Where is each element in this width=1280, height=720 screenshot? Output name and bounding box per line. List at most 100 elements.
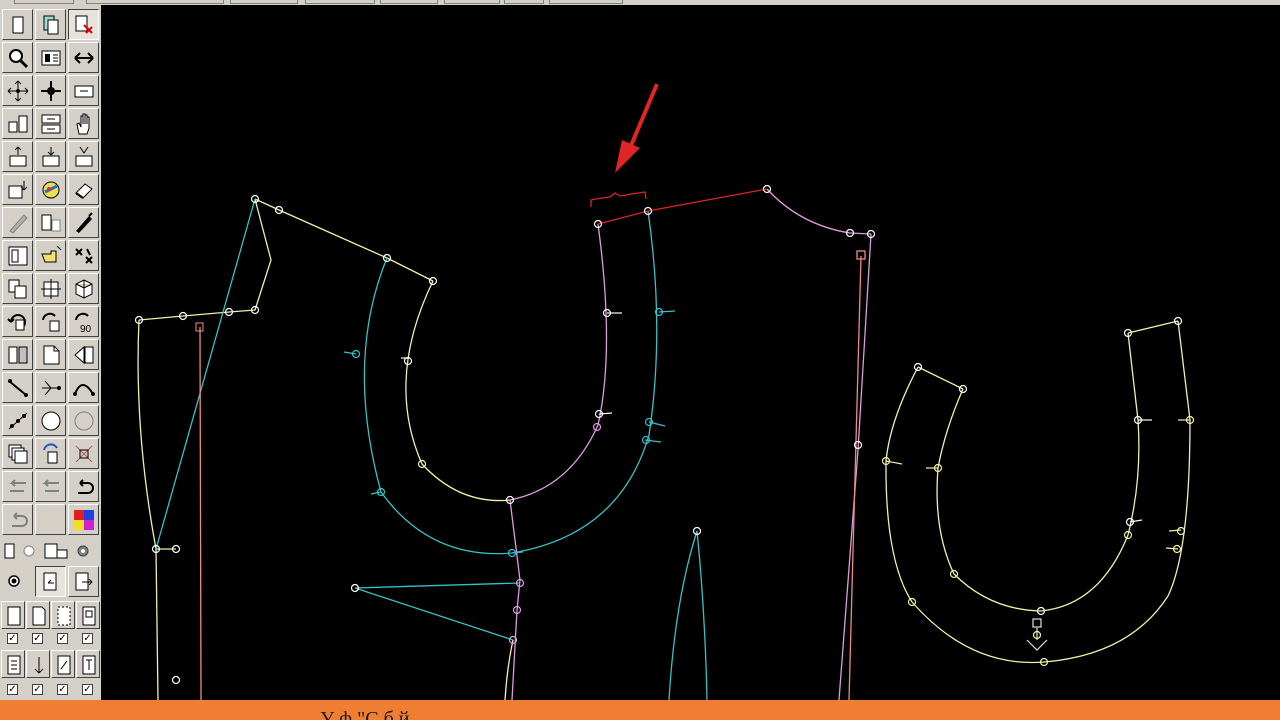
shape-options-icon[interactable] <box>2 541 99 563</box>
tab-5[interactable] <box>380 0 438 4</box>
tab-7[interactable] <box>504 0 544 4</box>
stretch-icon <box>41 279 61 299</box>
layer-5-checkbox[interactable]: ✓ <box>7 684 18 695</box>
layer-8-button[interactable] <box>76 650 100 678</box>
layer-4-checkbox[interactable]: ✓ <box>82 633 93 644</box>
tab-6[interactable] <box>444 0 500 4</box>
rotate-90-button[interactable]: 90 <box>68 306 99 337</box>
tab-4[interactable] <box>305 0 375 4</box>
layer-2-icon <box>32 606 46 626</box>
arrow-left-button[interactable] <box>2 471 33 502</box>
rectangle-button[interactable] <box>68 75 99 106</box>
page-button[interactable] <box>35 339 66 370</box>
sheet-icon <box>12 16 24 34</box>
mode-outer-button[interactable] <box>68 566 99 597</box>
layer-7-button[interactable] <box>51 650 75 678</box>
pen-draw-button[interactable] <box>68 207 99 238</box>
move-point-button[interactable] <box>35 75 66 106</box>
copy-sheets-icon <box>43 15 59 35</box>
move-up-icon <box>9 146 27 167</box>
curve-button[interactable] <box>68 372 99 403</box>
palette-button[interactable] <box>68 504 99 535</box>
move-points-button[interactable] <box>2 75 33 106</box>
transform-button[interactable] <box>35 438 66 469</box>
scatter-button[interactable] <box>68 240 99 271</box>
duplicate-button[interactable] <box>35 207 66 238</box>
align-left-icon <box>8 115 28 133</box>
rotate-3d-button[interactable] <box>68 273 99 304</box>
mirror-icon <box>74 345 94 365</box>
swap-direction-button[interactable] <box>68 42 99 73</box>
layer-8-checkbox[interactable]: ✓ <box>82 684 93 695</box>
connect-button[interactable] <box>35 372 66 403</box>
layer-3-checkbox[interactable]: ✓ <box>57 633 68 644</box>
layer-4-button[interactable] <box>76 601 100 629</box>
split-button[interactable] <box>2 339 33 370</box>
pen-gray-button[interactable] <box>2 207 33 238</box>
rotate-button[interactable] <box>2 306 33 337</box>
layer-1-button[interactable] <box>1 601 25 629</box>
layer-6-button[interactable] <box>26 650 50 678</box>
magnifier-icon <box>9 49 29 69</box>
mode-inner-button[interactable] <box>35 566 66 597</box>
insert-point-button[interactable] <box>2 174 33 205</box>
undo-alt-button[interactable] <box>2 504 33 535</box>
move-down-button[interactable] <box>35 141 66 172</box>
stretch-button[interactable] <box>35 273 66 304</box>
move-points-icon <box>7 80 29 102</box>
layer-1-icon <box>7 606 21 626</box>
layer-2-checkbox[interactable]: ✓ <box>32 633 43 644</box>
color-fill-button[interactable] <box>35 174 66 205</box>
symmetry-button[interactable] <box>68 438 99 469</box>
layer-3-button[interactable] <box>51 601 75 629</box>
cube-icon <box>75 279 93 299</box>
group-button[interactable] <box>2 273 33 304</box>
blank-button[interactable] <box>35 504 66 535</box>
circle-button[interactable] <box>35 405 66 436</box>
eraser-button[interactable] <box>68 174 99 205</box>
copy-sheets-button[interactable] <box>35 9 66 40</box>
align-left-button[interactable] <box>2 108 33 139</box>
layer-7-checkbox[interactable]: ✓ <box>57 684 68 695</box>
tab-3[interactable] <box>230 0 298 4</box>
layer-3-icon <box>57 606 71 626</box>
layer-1-checkbox[interactable]: ✓ <box>7 633 18 644</box>
stack-icon <box>8 444 28 464</box>
frame-button[interactable] <box>2 240 33 271</box>
mirror-button[interactable] <box>68 339 99 370</box>
align-equal-button[interactable] <box>35 108 66 139</box>
stack-button[interactable] <box>2 438 33 469</box>
ring-button[interactable] <box>68 405 99 436</box>
tab-1[interactable] <box>14 0 74 4</box>
pan-hand-button[interactable] <box>68 108 99 139</box>
arrow-back-button[interactable] <box>35 471 66 502</box>
pointer-hand-button[interactable] <box>35 240 66 271</box>
zoom-button[interactable] <box>2 42 33 73</box>
shape-selector-row <box>2 541 99 563</box>
layer-6-checkbox[interactable]: ✓ <box>32 684 43 695</box>
rotate-degrees-button[interactable] <box>35 306 66 337</box>
ring-icon <box>74 411 94 431</box>
pen-icon <box>76 212 93 233</box>
pattern-canvas[interactable] <box>101 5 1280 700</box>
undo-button[interactable] <box>68 471 99 502</box>
frame-icon <box>8 246 28 266</box>
new-sheet-button[interactable] <box>2 9 33 40</box>
rotate-icon <box>7 314 26 331</box>
chain-button[interactable] <box>2 405 33 436</box>
hand-icon <box>76 113 90 135</box>
layer-4-icon <box>82 606 96 626</box>
layer-5-button[interactable] <box>1 650 25 678</box>
layer-2-button[interactable] <box>26 601 50 629</box>
rectangle-icon <box>74 85 94 98</box>
tab-2[interactable] <box>86 0 224 4</box>
point-mode-radio[interactable] <box>6 573 22 589</box>
select-piece-button[interactable] <box>68 9 99 40</box>
move-inside-button[interactable] <box>68 141 99 172</box>
move-up-button[interactable] <box>2 141 33 172</box>
layer-6-icon <box>34 657 44 674</box>
line-icon <box>8 379 28 397</box>
view-toggle-button[interactable] <box>35 42 66 73</box>
line-tool-button[interactable] <box>2 372 33 403</box>
tab-8[interactable] <box>549 0 623 4</box>
